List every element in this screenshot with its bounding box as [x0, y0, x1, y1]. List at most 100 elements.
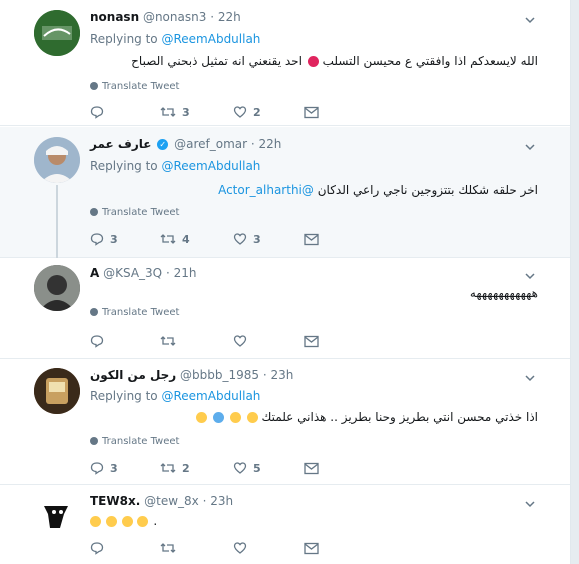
tweet-text-part: الله لايسعدكم اذا وافقتي ع محيسن التسلب — [322, 54, 538, 68]
retweet-count: 3 — [182, 105, 190, 119]
reply-count: 3 — [110, 461, 118, 475]
reply-button[interactable] — [90, 333, 110, 349]
display-name[interactable]: A — [90, 266, 99, 280]
profile-photo — [34, 137, 80, 183]
like-button[interactable]: 5 — [233, 460, 261, 476]
envelope-icon — [304, 106, 319, 118]
avatar[interactable] — [34, 368, 80, 414]
avatar[interactable] — [34, 492, 80, 538]
globe-icon — [90, 437, 98, 445]
heart-icon — [233, 542, 247, 554]
chevron-down-icon[interactable] — [524, 372, 536, 384]
timestamp[interactable]: 23h — [210, 494, 233, 508]
reply-button[interactable]: 3 — [90, 231, 118, 247]
reply-icon — [90, 542, 104, 555]
avatar[interactable] — [34, 137, 80, 183]
envelope-icon — [304, 233, 319, 245]
direct-message-button[interactable] — [304, 540, 319, 556]
reply-button[interactable]: 3 — [90, 460, 118, 476]
translate-tweet-link[interactable]: Translate Tweet — [90, 207, 179, 218]
replying-to-label: Replying to — [90, 389, 158, 403]
direct-message-button[interactable] — [304, 104, 319, 120]
tweet-text-part: . — [153, 514, 158, 528]
tweet-feed: nonasn @nonasn3 · 22h Replying to @ReemA… — [0, 0, 570, 564]
tweet-header: nonasn @nonasn3 · 22h — [90, 10, 241, 24]
retweet-button[interactable]: 3 — [160, 104, 190, 120]
joy-emoji — [121, 516, 133, 527]
tweet-text-part: احد يقنعني انه تمثيل ذبحني الصباح — [131, 54, 302, 68]
timestamp[interactable]: 22h — [259, 137, 282, 151]
retweet-button[interactable]: 4 — [160, 231, 190, 247]
like-button[interactable]: 2 — [233, 104, 261, 120]
tweet-text: الله لايسعدكم اذا وافقتي ع محيسن التسلب … — [131, 54, 538, 68]
translate-tweet-link[interactable]: Translate Tweet — [90, 436, 179, 447]
verified-badge-icon: ✓ — [157, 139, 169, 150]
direct-message-button[interactable] — [304, 460, 319, 476]
globe-icon — [90, 308, 98, 316]
translate-tweet-link[interactable]: Translate Tweet — [90, 307, 179, 318]
user-handle[interactable]: @bbbb_1985 — [180, 368, 259, 382]
tweet-header: عارف عمر ✓ @aref_omar · 22h — [90, 137, 282, 151]
avatar[interactable] — [34, 10, 80, 56]
reply-icon — [90, 233, 104, 246]
like-button[interactable] — [233, 540, 253, 556]
like-button[interactable]: 3 — [233, 231, 261, 247]
reply-icon — [90, 106, 104, 119]
display-name[interactable]: TEW8x. — [90, 494, 140, 508]
reply-mention-link[interactable]: @ReemAbdullah — [161, 159, 260, 173]
retweet-button[interactable] — [160, 333, 182, 349]
tweet-text: . — [90, 514, 157, 528]
profile-photo — [34, 492, 80, 538]
tweet-5[interactable]: TEW8x. @tew_8x · 23h . — [0, 486, 570, 564]
envelope-icon — [304, 462, 319, 474]
translate-tweet-link[interactable]: Translate Tweet — [90, 81, 179, 92]
tweet-2[interactable]: عارف عمر ✓ @aref_omar · 22h Replying to … — [0, 127, 570, 258]
tweet-text: اخر حلقه شكلك بتتزوجين ناجي راعي الدكان … — [218, 183, 538, 197]
display-name[interactable]: عارف عمر — [90, 137, 151, 151]
mention-link[interactable]: @Actor_alharthi — [218, 183, 314, 197]
user-handle[interactable]: @aref_omar — [174, 137, 247, 151]
timestamp[interactable]: 21h — [174, 266, 197, 280]
globe-icon — [90, 82, 98, 90]
avatar[interactable] — [34, 265, 80, 311]
chevron-down-icon[interactable] — [524, 14, 536, 26]
flag-avatar-image — [34, 10, 80, 56]
envelope-icon — [304, 542, 319, 554]
joy-emoji — [196, 412, 208, 423]
globe-icon — [90, 208, 98, 216]
reply-button[interactable] — [90, 104, 110, 120]
reply-icon — [90, 335, 104, 348]
user-handle[interactable]: @KSA_3Q — [103, 266, 162, 280]
direct-message-button[interactable] — [304, 231, 319, 247]
tweet-header: A @KSA_3Q · 21h — [90, 266, 197, 280]
man-shrug-emoji — [213, 412, 225, 423]
reply-button[interactable] — [90, 540, 110, 556]
chevron-down-icon[interactable] — [524, 498, 536, 510]
laughing-emoji — [246, 412, 258, 423]
chevron-down-icon[interactable] — [524, 270, 536, 282]
retweet-button[interactable]: 2 — [160, 460, 190, 476]
like-button[interactable] — [233, 333, 253, 349]
timestamp[interactable]: 22h — [218, 10, 241, 24]
display-name[interactable]: nonasn — [90, 10, 139, 24]
tweet-4[interactable]: رجل من الكون @bbbb_1985 · 23h Replying t… — [0, 360, 570, 485]
chevron-down-icon[interactable] — [524, 141, 536, 153]
reply-mention-link[interactable]: @ReemAbdullah — [161, 32, 260, 46]
display-name[interactable]: رجل من الكون — [90, 368, 176, 382]
retweet-icon — [160, 336, 176, 346]
profile-photo — [34, 368, 80, 414]
tweet-text: اذا خذتي محسن انتي بطريز وحنا بطريز .. ه… — [194, 410, 538, 424]
user-handle[interactable]: @nonasn3 — [143, 10, 206, 24]
retweet-button[interactable] — [160, 540, 182, 556]
direct-message-button[interactable] — [304, 333, 319, 349]
heart-icon — [233, 106, 247, 118]
like-count: 5 — [253, 461, 261, 475]
tweet-text-part: اخر حلقه شكلك بتتزوجين ناجي راعي الدكان — [317, 183, 538, 197]
reply-mention-link[interactable]: @ReemAbdullah — [161, 389, 260, 403]
replying-to: Replying to @ReemAbdullah — [90, 32, 260, 46]
tweet-1[interactable]: nonasn @nonasn3 · 22h Replying to @ReemA… — [0, 0, 570, 126]
timestamp[interactable]: 23h — [271, 368, 294, 382]
joy-emoji — [90, 516, 101, 527]
tweet-3[interactable]: A @KSA_3Q · 21h هههههههههههه Translate T… — [0, 259, 570, 359]
user-handle[interactable]: @tew_8x — [144, 494, 199, 508]
